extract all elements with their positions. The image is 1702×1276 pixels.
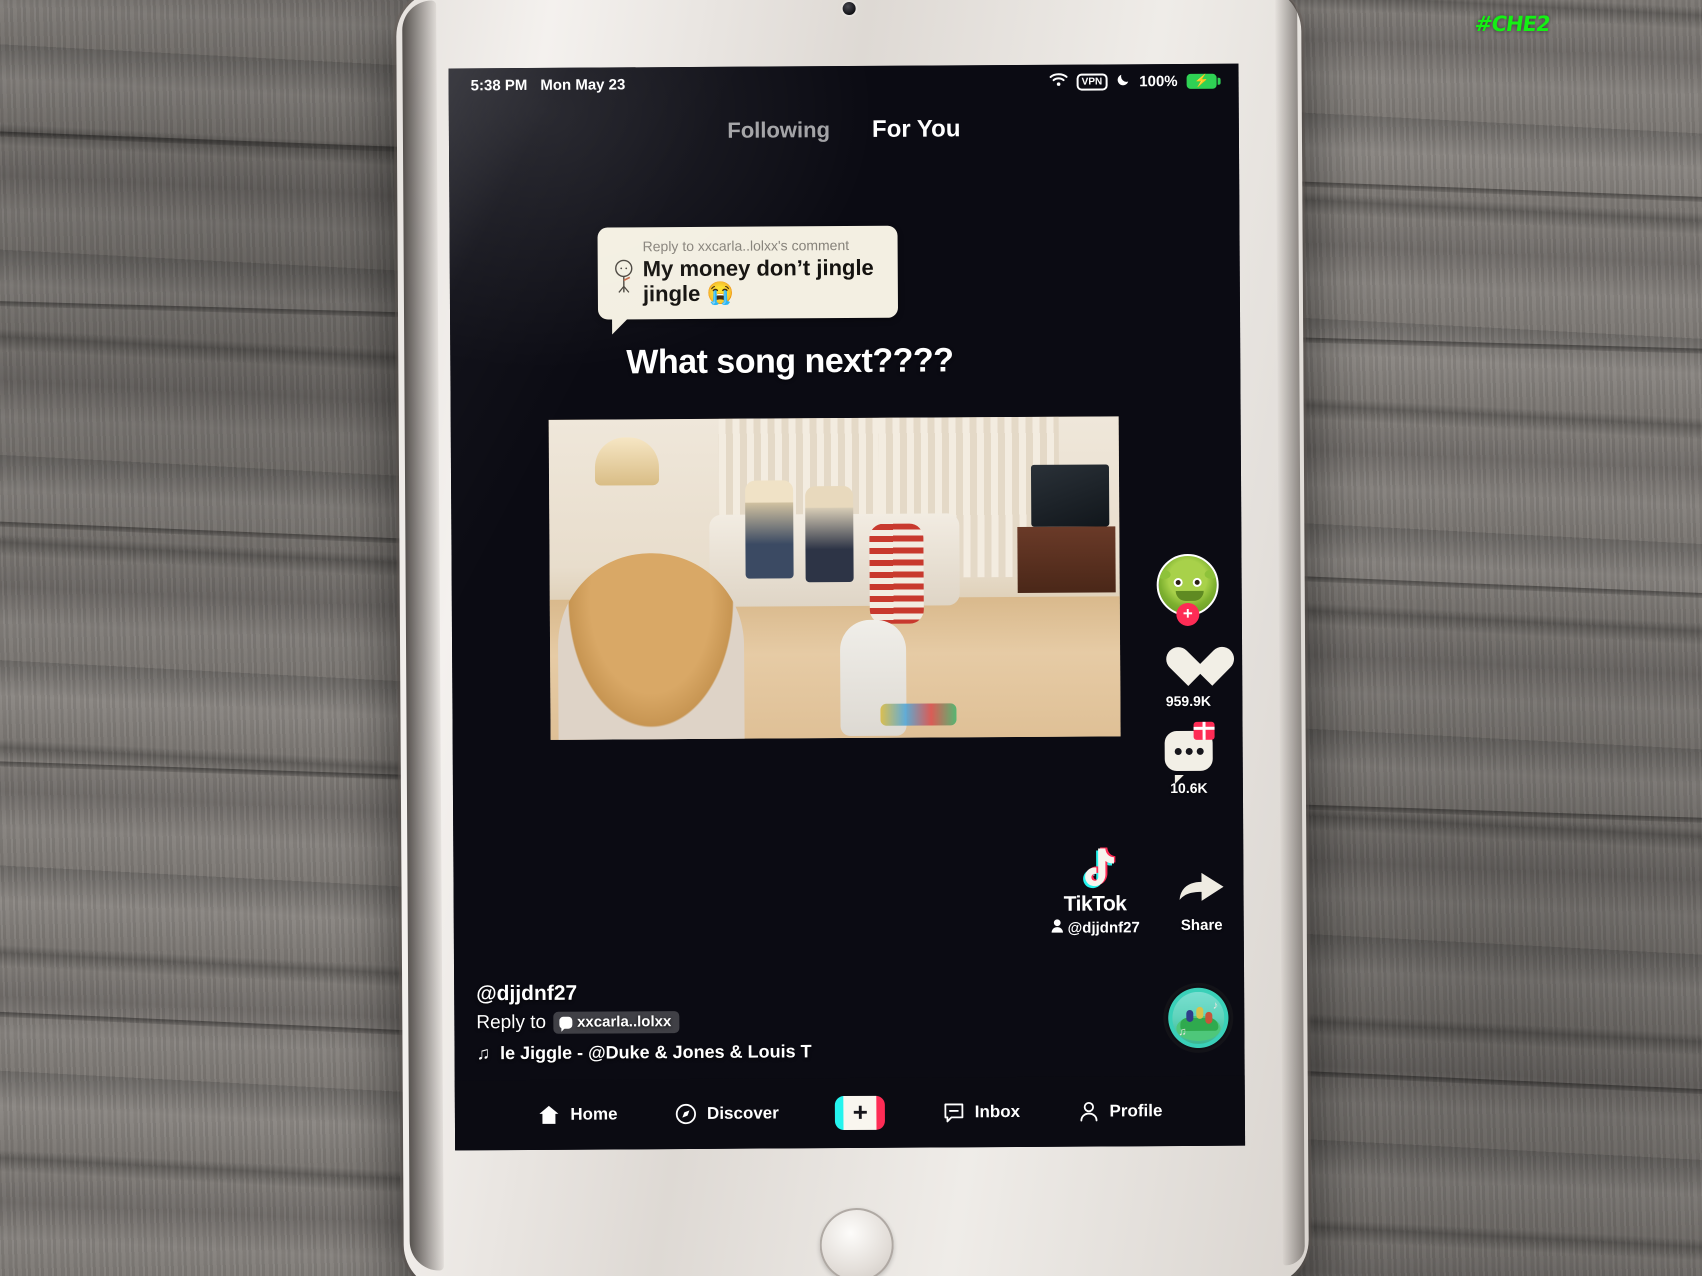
caption-username[interactable]: @djjdnf27 — [476, 980, 811, 1006]
follow-button[interactable]: + — [1176, 602, 1200, 627]
watermark-username: @djjdnf27 — [1051, 918, 1140, 937]
compass-icon — [674, 1102, 698, 1126]
nav-item-home[interactable]: Home — [537, 1102, 618, 1127]
front-camera — [842, 1, 856, 16]
tab-for-you[interactable]: For You — [872, 115, 961, 144]
comment-button[interactable]: 10.6K — [1164, 721, 1215, 796]
overlay-title-text: What song next???? — [626, 341, 954, 382]
nav-label-inbox: Inbox — [974, 1101, 1021, 1122]
tab-following[interactable]: Following — [727, 117, 830, 144]
green-watermark-sticker: #CHE2 — [1473, 12, 1552, 36]
tablet-case-right-edge — [1275, 0, 1305, 1266]
caption-reply-prefix: Reply to — [476, 1011, 547, 1034]
heart-icon — [1164, 646, 1212, 690]
caption-reply-line: Reply to xxcarla..lolxx — [476, 1010, 811, 1034]
gift-icon — [1193, 721, 1215, 740]
share-button[interactable]: Share — [1175, 866, 1227, 934]
tiktok-logo-icon — [1074, 845, 1117, 891]
reply-chip[interactable]: xxcarla..lolxx — [552, 1011, 680, 1034]
home-button[interactable] — [818, 1207, 894, 1276]
comment-text: My money don’t jingle jingle 😭 — [642, 254, 874, 307]
status-bar-left: 5:38 PM Mon May 23 — [471, 76, 626, 94]
music-title: le Jiggle - @Duke & Jones & Louis T — [499, 1041, 812, 1064]
nav-label-home: Home — [570, 1104, 618, 1124]
status-bar-right: VPN 100% ⚡ — [1049, 72, 1217, 91]
tablet-screen: 5:38 PM Mon May 23 VPN 100% ⚡ Following … — [448, 63, 1246, 1151]
status-date: Mon May 23 — [540, 75, 626, 94]
reply-chip-username: xxcarla..lolxx — [576, 1013, 672, 1031]
wifi-icon — [1049, 73, 1068, 91]
like-button[interactable]: 959.9K — [1164, 646, 1212, 709]
share-label: Share — [1180, 916, 1223, 934]
music-info[interactable]: ♫ le Jiggle - @Duke & Jones & Louis T — [476, 1041, 811, 1064]
like-count: 959.9K — [1165, 692, 1212, 710]
tablet-case-left-edge — [402, 0, 444, 1271]
tablet-device: 5:38 PM Mon May 23 VPN 100% ⚡ Following … — [396, 0, 1309, 1276]
bottom-nav-bar: Home Discover + Inbox Profile — [454, 1075, 1246, 1151]
crescent-moon-icon — [1116, 72, 1130, 90]
nav-label-profile: Profile — [1109, 1101, 1163, 1121]
author-avatar-button[interactable]: + — [1156, 553, 1219, 627]
action-rail: + 959.9K 10.6K — [1145, 553, 1231, 815]
create-video-button[interactable]: + — [835, 1095, 886, 1131]
inbox-icon — [942, 1100, 966, 1124]
status-bar: 5:38 PM Mon May 23 VPN 100% ⚡ — [449, 64, 1239, 103]
nav-item-discover[interactable]: Discover — [674, 1101, 779, 1126]
video-frame-content — [548, 416, 1121, 740]
feed-tabs: Following For You — [449, 100, 1239, 161]
battery-charging-icon: ⚡ — [1186, 73, 1217, 89]
share-arrow-icon — [1175, 866, 1227, 915]
album-art-disc[interactable]: ♪ ♫ — [1166, 985, 1231, 1051]
video-caption: @djjdnf27 Reply to xxcarla..lolxx ♫ le J… — [476, 980, 812, 1064]
home-icon — [537, 1103, 561, 1127]
reply-comment-sticker[interactable]: Reply to xxcarla..lolxx's comment My mon… — [597, 225, 899, 320]
scene: #CHE2 5:38 PM Mon May 23 VPN 100% ⚡ Foll… — [0, 0, 1702, 1276]
battery-percent: 100% — [1139, 72, 1178, 90]
vpn-badge: VPN — [1076, 72, 1108, 91]
nav-item-inbox[interactable]: Inbox — [942, 1100, 1020, 1124]
watermark-username-text: @djjdnf27 — [1067, 918, 1140, 937]
tiktok-watermark: TikTok @djjdnf27 — [1050, 845, 1140, 937]
stick-figure-avatar-icon — [611, 258, 637, 296]
status-time: 5:38 PM — [470, 76, 528, 94]
person-icon — [1076, 1099, 1100, 1123]
music-note-icon: ♫ — [476, 1043, 491, 1064]
reply-to-label: Reply to xxcarla..lolxx's comment — [642, 237, 850, 255]
comment-bubble-icon — [1164, 721, 1215, 777]
nav-label-discover: Discover — [706, 1103, 779, 1123]
comment-bubble-icon — [559, 1016, 573, 1029]
tiktok-wordmark: TikTok — [1063, 892, 1127, 916]
nav-item-profile[interactable]: Profile — [1076, 1099, 1162, 1124]
person-icon — [1051, 919, 1064, 937]
